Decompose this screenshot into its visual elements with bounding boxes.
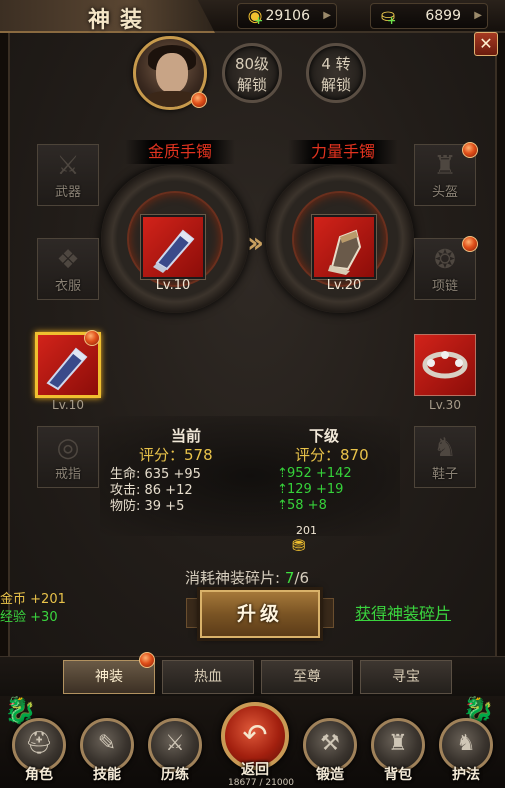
next-stat-atk: 129 +19 <box>287 482 344 497</box>
close-button[interactable]: ✕ <box>474 32 498 56</box>
slot-boots[interactable]: ♞ 鞋子 <box>414 426 476 488</box>
nav-label: 背包 <box>384 767 412 783</box>
nav-label: 返回 <box>241 762 269 778</box>
current-item-level: Lv.10 <box>155 278 191 293</box>
ring-icon: ◎ <box>56 433 80 463</box>
slot-medal[interactable] <box>414 334 476 396</box>
bag-icon: ♜ <box>388 731 408 756</box>
chevron-right-icon: ▶ <box>474 10 482 21</box>
slot-label: 武器 <box>54 185 81 200</box>
unlock-line1: 4 转 <box>321 55 351 73</box>
weapon-icon: ⚔ <box>56 151 80 181</box>
slot-label: 头盔 <box>431 185 458 200</box>
tab-zhizun[interactable]: 至尊 <box>261 660 353 694</box>
current-stat-hp: 生命: 635 +95 <box>110 467 201 482</box>
current-stat-atk: 攻击: 86 +12 <box>110 483 193 498</box>
add-gold-icon: + <box>254 14 264 27</box>
unlock-line1: 80级 <box>234 55 270 73</box>
slot-label: 戒指 <box>54 467 81 482</box>
gauntlet-icon <box>328 229 362 275</box>
exp-text: 18677 / 21000 <box>228 778 295 788</box>
notification-dot <box>462 142 478 158</box>
tab-xunbao[interactable]: 寻宝 <box>360 660 452 694</box>
yuanbao-value: 6899 <box>425 8 461 24</box>
helmet-icon: ⛑ <box>25 731 53 756</box>
slot-label: 衣服 <box>54 279 81 294</box>
slot-weapon[interactable]: ⚔ 武器 <box>37 144 99 206</box>
upgrade-button[interactable]: 升级 <box>200 590 320 638</box>
next-item-name: 力量手镯 <box>288 140 398 164</box>
return-arrow-icon: ↶ <box>242 718 268 753</box>
notification-dot <box>139 652 155 668</box>
slot-level: Lv.30 <box>429 398 461 412</box>
reward-exp: 经验 +30 <box>0 606 58 625</box>
close-icon: ✕ <box>479 34 493 53</box>
unlock-line2: 解锁 <box>320 76 351 94</box>
reward-key: 金币 <box>0 592 27 607</box>
button-ornament <box>186 598 200 628</box>
page-title: 神装 <box>88 7 153 33</box>
next-bracelet-slot[interactable] <box>311 214 377 280</box>
next-stat-def: 58 +8 <box>287 498 327 513</box>
avatar-face <box>156 53 188 93</box>
notification-dot <box>84 330 100 346</box>
slot-armor[interactable]: ❖ 衣服 <box>37 238 99 300</box>
next-item-level: Lv.20 <box>326 278 362 293</box>
slot-ring[interactable]: ◎ 戒指 <box>37 426 99 488</box>
nav-label: 护法 <box>452 767 480 783</box>
notification-dot <box>191 92 207 108</box>
reward-value: +201 <box>30 592 66 607</box>
add-yuanbao-icon: + <box>387 14 397 27</box>
current-score: 评分：578 <box>139 446 213 464</box>
current-title: 当前 <box>171 427 202 445</box>
bracelet-icon <box>153 229 195 273</box>
ring-jewel-icon <box>422 351 468 379</box>
slot-label: 鞋子 <box>431 467 458 482</box>
slot-level: Lv.10 <box>52 398 84 412</box>
unlock-level-80: 80级 解锁 <box>222 43 282 103</box>
current-item-name: 金质手镯 <box>125 140 235 164</box>
next-title: 下级 <box>309 427 340 445</box>
button-ornament <box>320 598 334 628</box>
chevron-right-icon: ▶ <box>323 10 331 21</box>
gold-value: 29106 <box>265 8 310 24</box>
tab-rexue[interactable]: 热血 <box>162 660 254 694</box>
nav-label: 历练 <box>161 767 189 783</box>
current-stat-def: 物防: 39 +5 <box>110 499 185 514</box>
nav-label: 锻造 <box>316 767 344 783</box>
gold-currency[interactable]: ◉ + 29106 ▶ <box>237 3 337 29</box>
book-icon: ✎ <box>97 731 117 756</box>
reward-key: 经验 <box>0 610 27 625</box>
reward-value: +30 <box>30 610 58 625</box>
fragment-cost: 消耗神装碎片: 7/6 <box>185 567 309 588</box>
guardian-icon: ♞ <box>456 731 476 756</box>
next-stat-hp: 952 +142 <box>287 466 352 481</box>
top-bar: 神装 ◉ + 29106 ▶ ⛀ + 6899 ▶ <box>0 0 505 33</box>
reward-gold: 金币 +201 <box>0 588 66 607</box>
unlock-rebirth-4: 4 转 解锁 <box>306 43 366 103</box>
current-bracelet-slot[interactable] <box>140 214 206 280</box>
next-score: 评分：870 <box>295 446 369 464</box>
anvil-icon: ⚒ <box>320 731 340 756</box>
boots-icon: ♞ <box>433 433 457 463</box>
slot-label: 项链 <box>431 279 458 294</box>
get-fragments-link[interactable]: 获得神装碎片 <box>355 600 451 624</box>
cost-label: 消耗神装碎片: <box>185 569 281 587</box>
arrow-right-icon: ›› <box>247 226 264 259</box>
nav-label: 角色 <box>25 767 53 783</box>
unlock-line2: 解锁 <box>236 76 267 94</box>
yuanbao-currency[interactable]: ⛀ + 6899 ▶ <box>370 3 488 29</box>
armor-icon: ⚔ <box>165 731 185 756</box>
cost-need: /6 <box>294 569 309 587</box>
nav-label: 技能 <box>93 767 121 783</box>
cost-have: 7 <box>284 569 295 587</box>
gold-coins-icon: ⛃ <box>292 536 306 555</box>
notification-dot <box>462 236 478 252</box>
armor-icon: ❖ <box>56 245 80 275</box>
